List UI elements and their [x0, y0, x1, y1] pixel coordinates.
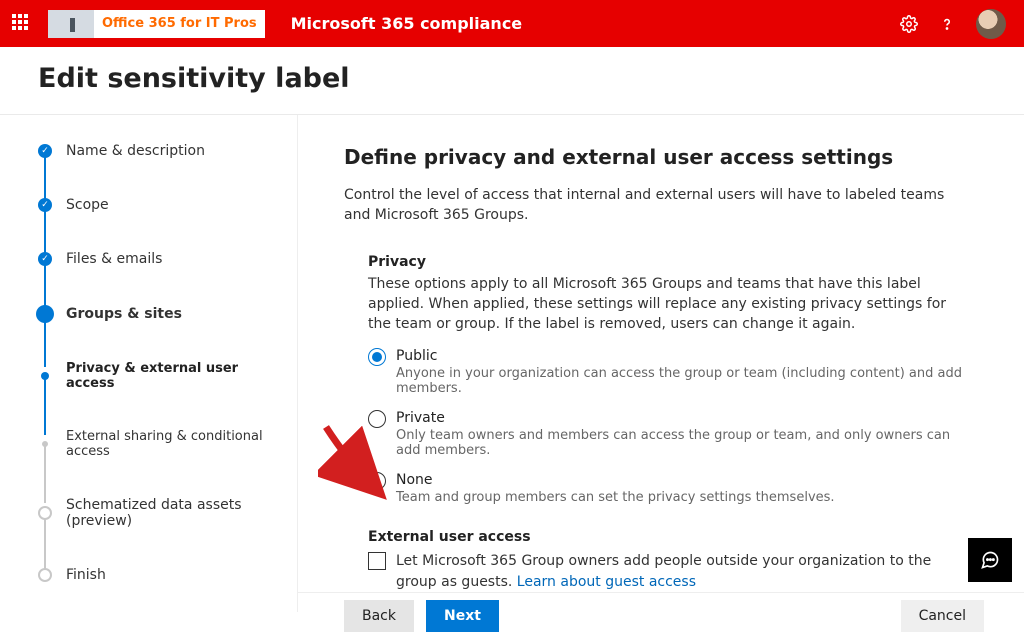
app-launcher-icon[interactable]: [12, 14, 32, 34]
external-section: External user access Let Microsoft 365 G…: [344, 529, 964, 592]
radio-icon: [368, 410, 386, 428]
step-schematized[interactable]: Schematized data assets (preview): [38, 497, 285, 567]
guest-checkbox-row: Let Microsoft 365 Group owners add peopl…: [368, 551, 964, 592]
step-label: Groups & sites: [66, 306, 182, 322]
step-name[interactable]: Name & description: [38, 143, 285, 197]
radio-icon: [368, 472, 386, 490]
back-button[interactable]: Back: [344, 600, 414, 632]
help-icon[interactable]: [938, 15, 956, 33]
guest-checkbox[interactable]: [368, 552, 386, 570]
radio-label: None: [396, 472, 433, 488]
radio-sub: Anyone in your organization can access t…: [396, 366, 964, 396]
external-heading: External user access: [368, 529, 964, 545]
gear-icon[interactable]: [900, 15, 918, 33]
step-label: External sharing & conditional access: [66, 429, 285, 459]
radio-sub: Only team owners and members can access …: [396, 428, 964, 458]
top-bar: Office 365 for IT Pros Microsoft 365 com…: [0, 0, 1024, 47]
radio-public[interactable]: Public Anyone in your organization can a…: [368, 348, 964, 396]
step-privacy[interactable]: Privacy & external user access: [38, 361, 285, 429]
brand-photo: [48, 10, 94, 38]
step-label: Schematized data assets (preview): [66, 497, 285, 529]
brand-box: Office 365 for IT Pros: [48, 10, 265, 38]
next-button[interactable]: Next: [426, 600, 499, 632]
step-finish[interactable]: Finish: [38, 567, 285, 621]
feedback-button[interactable]: [968, 538, 1012, 582]
privacy-section: Privacy These options apply to all Micro…: [344, 254, 964, 506]
radio-sub: Team and group members can set the priva…: [396, 490, 835, 505]
privacy-desc: These options apply to all Microsoft 365…: [368, 274, 964, 335]
top-right: [900, 9, 1024, 39]
step-files[interactable]: Files & emails: [38, 251, 285, 305]
learn-guest-link[interactable]: Learn about guest access: [517, 574, 696, 590]
radio-label: Public: [396, 348, 437, 364]
step-label: Finish: [66, 567, 106, 583]
feedback-icon: [980, 550, 1000, 570]
guest-checkbox-label: Let Microsoft 365 Group owners add peopl…: [396, 551, 964, 592]
step-sharing[interactable]: External sharing & conditional access: [38, 429, 285, 497]
wizard-steps: Name & description Scope Files & emails …: [0, 115, 298, 612]
avatar[interactable]: [976, 9, 1006, 39]
step-label: Scope: [66, 197, 109, 213]
panel-title: Define privacy and external user access …: [344, 145, 984, 169]
step-label: Privacy & external user access: [66, 361, 285, 391]
radio-icon: [368, 348, 386, 366]
radio-private[interactable]: Private Only team owners and members can…: [368, 410, 964, 458]
privacy-heading: Privacy: [368, 254, 964, 270]
step-label: Name & description: [66, 143, 205, 159]
cancel-button[interactable]: Cancel: [901, 600, 984, 632]
step-label: Files & emails: [66, 251, 162, 267]
footer-bar: Back Next Cancel: [298, 592, 1024, 638]
page-title: Edit sensitivity label: [0, 47, 1024, 115]
layout: Name & description Scope Files & emails …: [0, 115, 1024, 612]
brand-text: Office 365 for IT Pros: [94, 16, 265, 31]
step-groups[interactable]: Groups & sites: [38, 305, 285, 361]
step-scope[interactable]: Scope: [38, 197, 285, 251]
main-panel: Define privacy and external user access …: [298, 115, 1024, 612]
radio-label: Private: [396, 410, 445, 426]
app-title: Microsoft 365 compliance: [291, 14, 523, 33]
radio-none[interactable]: None Team and group members can set the …: [368, 472, 964, 505]
panel-lead: Control the level of access that interna…: [344, 185, 964, 226]
